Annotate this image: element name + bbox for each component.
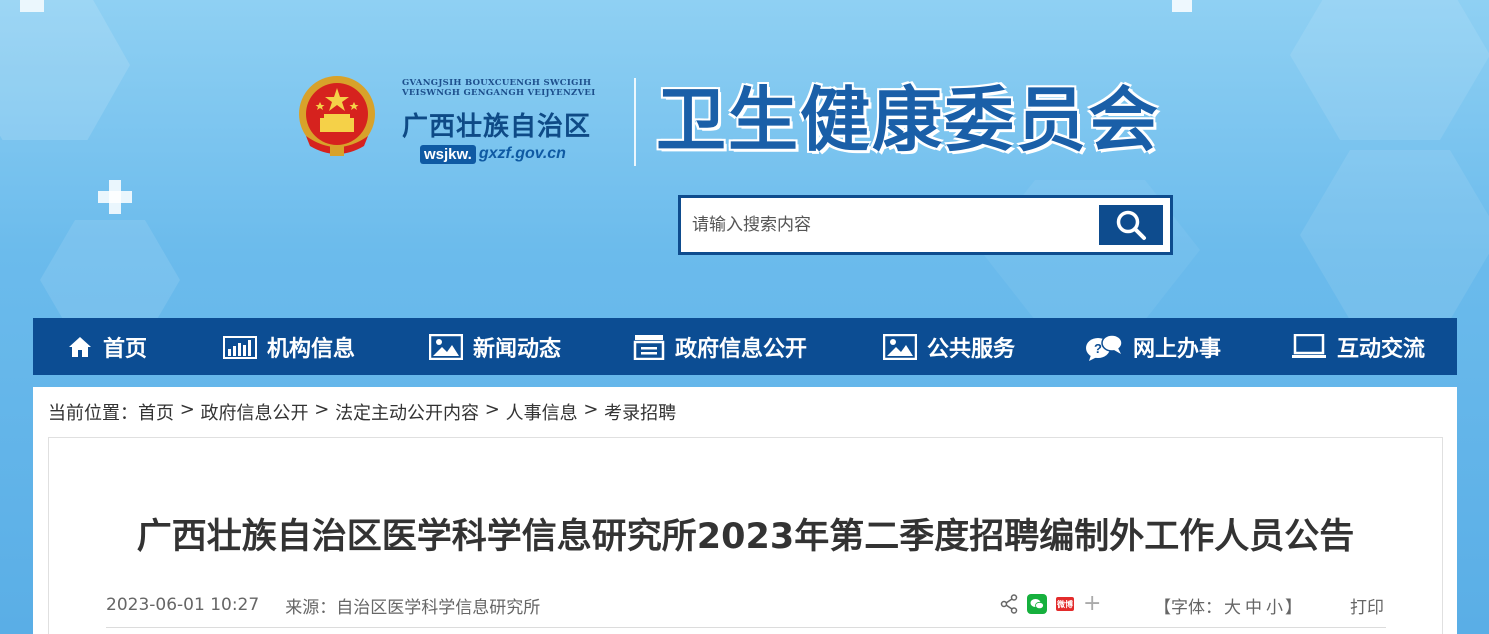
nav-item-news[interactable]: 新闻动态: [429, 318, 561, 375]
font-size-large[interactable]: 大: [1224, 598, 1241, 618]
image-icon: [883, 333, 917, 360]
medical-cross-icon: [98, 180, 132, 214]
weibo-icon[interactable]: 微博: [1056, 597, 1074, 611]
breadcrumb-item[interactable]: 政府信息公开: [201, 399, 309, 425]
wechat-icon[interactable]: [1027, 594, 1047, 614]
decorative-hexagon: [1290, 0, 1489, 140]
home-icon: [69, 336, 91, 357]
brand-name-chinese: 广西壮族自治区: [402, 112, 592, 142]
image-icon: [429, 333, 463, 360]
monitor-icon: [1292, 333, 1326, 358]
decorative-hexagon: [0, 0, 130, 140]
nav-item-label: 公共服务: [927, 336, 1016, 362]
document-icon: [633, 334, 665, 360]
svg-text:?: ?: [1094, 341, 1102, 356]
share-icon[interactable]: [1000, 594, 1018, 614]
breadcrumb: 当前位置： 首页 > 政府信息公开 > 法定主动公开内容 > 人事信息 > 考录…: [48, 399, 676, 425]
source-value: 自治区医学科学信息研究所: [336, 597, 541, 618]
font-size-control: 【字体：大中小】: [1154, 593, 1302, 618]
nav-item-organization[interactable]: 机构信息: [223, 318, 355, 375]
search-button[interactable]: [1099, 205, 1163, 245]
site-domain: wsjkw. gxzf.gov.cn: [420, 142, 566, 166]
nav-item-online-services[interactable]: ? 网上办事: [1085, 318, 1221, 375]
meta-divider: [106, 627, 1386, 628]
font-size-medium[interactable]: 中: [1245, 598, 1262, 618]
brand-zhuang-line2: VEISWNGH GENGANGH VEIJYENZVEI: [402, 88, 596, 98]
breadcrumb-item[interactable]: 首页: [138, 399, 174, 425]
article-panel: 广西壮族自治区医学科学信息研究所2023年第二季度招聘编制外工作人员公告 202…: [48, 437, 1443, 634]
breadcrumb-prefix: 当前位置：: [48, 403, 138, 424]
more-share-icon[interactable]: +: [1083, 593, 1101, 615]
nav-item-public-services[interactable]: 公共服务: [883, 318, 1015, 375]
font-size-small[interactable]: 小: [1266, 598, 1283, 618]
nav-item-label: 政府信息公开: [675, 336, 808, 362]
breadcrumb-item[interactable]: 考录招聘: [604, 399, 676, 425]
main-nav: 首页 机构信息 新闻动态 政府信息公开 公共服务 ? 网上办事 互动交流: [33, 318, 1457, 375]
nav-item-label: 首页: [103, 336, 148, 362]
main-content: 当前位置： 首页 > 政府信息公开 > 法定主动公开内容 > 人事信息 > 考录…: [33, 387, 1457, 634]
publish-date: 2023-06-01 10:27: [106, 595, 260, 615]
header-divider: [634, 78, 636, 166]
search-box: [678, 195, 1173, 255]
nav-item-label: 网上办事: [1133, 336, 1222, 362]
article-title: 广西壮族自治区医学科学信息研究所2023年第二季度招聘编制外工作人员公告: [136, 517, 1355, 557]
source-label: 来源：: [285, 597, 337, 618]
brand-name-zhuang: GVANGJSIH BOUXCUENGH SWCIGIH VEISWNGH GE…: [402, 78, 622, 98]
nav-item-label: 新闻动态: [473, 336, 562, 362]
share-bar: 微博 +: [1000, 593, 1101, 615]
nav-item-gov-info[interactable]: 政府信息公开: [633, 318, 807, 375]
decorative-block: [1172, 0, 1192, 12]
domain-suffix: gxzf.gov.cn: [478, 145, 566, 162]
decorative-hexagon: [1300, 150, 1489, 320]
print-button[interactable]: 打印: [1350, 593, 1384, 618]
nav-item-label: 机构信息: [267, 336, 356, 362]
font-label-open: 【字体：: [1154, 598, 1222, 618]
article-meta: 2023-06-01 10:27 来源： 自治区医学科学信息研究所 微博 + 【…: [106, 590, 1386, 620]
site-title: 卫生健康委员会: [656, 78, 1160, 161]
domain-prefix: wsjkw.: [420, 144, 476, 164]
search-icon: [1116, 210, 1146, 240]
breadcrumb-separator: >: [577, 399, 605, 420]
nav-item-interaction[interactable]: 互动交流: [1291, 318, 1425, 375]
bar-chart-icon: [223, 335, 257, 359]
breadcrumb-item[interactable]: 人事信息: [506, 399, 578, 425]
chat-icon: ?: [1086, 333, 1123, 361]
breadcrumb-item[interactable]: 法定主动公开内容: [335, 399, 479, 425]
breadcrumb-separator: >: [174, 399, 201, 420]
breadcrumb-separator: >: [308, 399, 336, 420]
breadcrumb-separator: >: [479, 399, 506, 420]
nav-item-label: 互动交流: [1337, 336, 1426, 362]
decorative-block: [20, 0, 44, 12]
brand-zhuang-line1: GVANGJSIH BOUXCUENGH SWCIGIH: [402, 78, 592, 88]
nav-item-home[interactable]: 首页: [67, 318, 147, 375]
font-label-close: 】: [1285, 598, 1302, 618]
national-emblem-icon: [296, 74, 378, 160]
search-input[interactable]: [688, 205, 1099, 245]
